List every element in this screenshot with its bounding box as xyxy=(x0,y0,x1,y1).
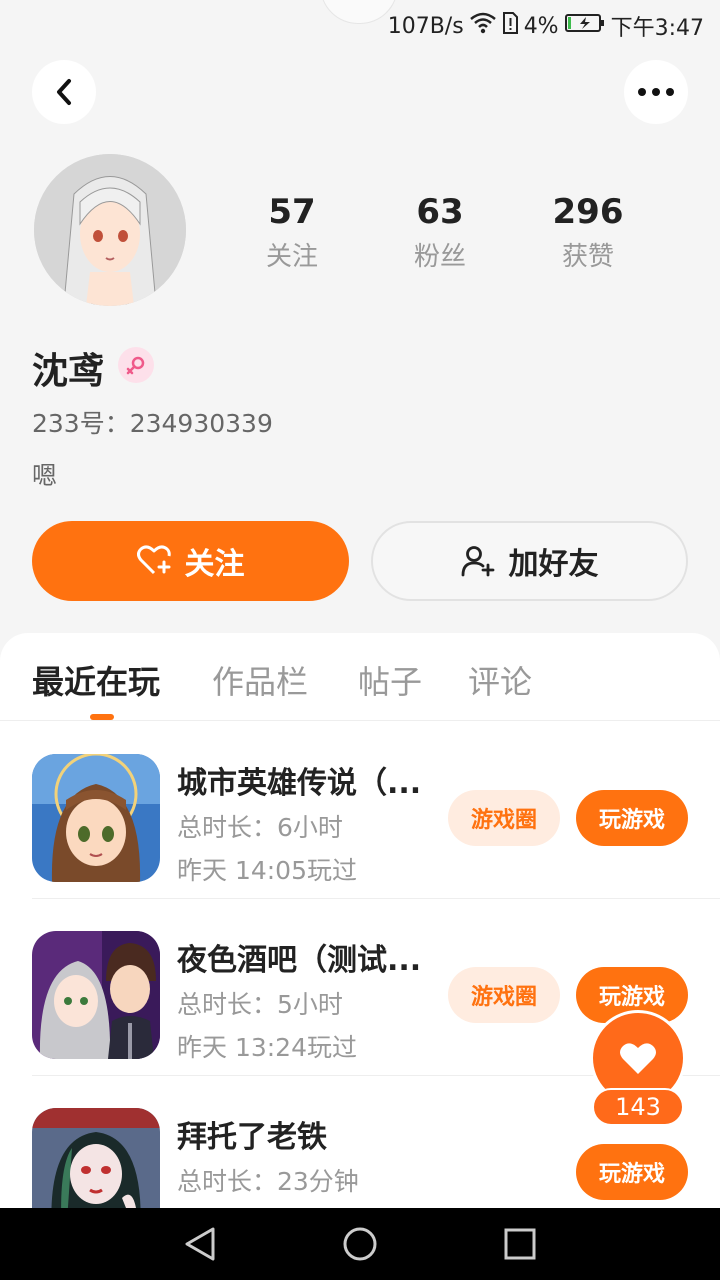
tab-bar: 最近在玩 作品栏 帖子 评论 xyxy=(0,633,720,721)
followers-count: 63 xyxy=(416,192,464,232)
network-speed: 107B/s xyxy=(387,13,464,39)
following-count: 57 xyxy=(268,192,316,232)
following-label: 关注 xyxy=(265,242,318,272)
like-count: 143 xyxy=(592,1088,684,1126)
chevron-left-icon xyxy=(57,79,71,105)
game-title: 拜托了老铁 xyxy=(177,1120,327,1155)
wifi-icon xyxy=(469,12,496,40)
tab-works[interactable]: 作品栏 xyxy=(212,657,308,703)
more-options-button[interactable] xyxy=(624,60,688,124)
user-id: 233号：234930339 xyxy=(32,409,273,438)
add-friend-label: 加好友 xyxy=(508,547,599,582)
followers-label: 粉丝 xyxy=(413,242,466,272)
back-button[interactable] xyxy=(32,60,96,124)
username: 沈鸢 xyxy=(32,351,105,392)
game-duration: 总时长：6小时 xyxy=(177,813,343,842)
likes-count: 296 xyxy=(552,192,624,232)
game-last-played: 昨天 14:05玩过 xyxy=(177,856,357,885)
system-nav-bar xyxy=(0,1208,720,1280)
heart-icon xyxy=(620,1043,656,1074)
follow-button[interactable]: 关注 xyxy=(32,521,349,601)
sim-alert-icon xyxy=(502,12,518,40)
heart-plus-icon xyxy=(136,545,171,575)
clock: 下午3:47 xyxy=(610,16,704,41)
game-last-played: 昨天 13:24玩过 xyxy=(177,1033,357,1062)
nav-back-button[interactable] xyxy=(182,1226,218,1262)
tab-comments[interactable]: 评论 xyxy=(468,657,532,703)
play-game-button[interactable]: 玩游戏 xyxy=(576,790,688,846)
user-bio: 嗯 xyxy=(32,461,58,490)
game-duration: 总时长：5小时 xyxy=(177,990,343,1019)
list-item[interactable]: 城市英雄传说（... 总时长：6小时 昨天 14:05玩过 游戏圈 玩游戏 xyxy=(0,722,720,899)
likes-stat[interactable]: 296 获赞 xyxy=(528,190,648,273)
status-indicators: 107B/s 4% 下午3:47 xyxy=(388,10,704,42)
tab-posts[interactable]: 帖子 xyxy=(358,657,422,703)
game-icon[interactable] xyxy=(32,754,160,882)
more-dots-icon xyxy=(638,88,674,96)
triangle-back-icon xyxy=(185,1227,215,1261)
follow-label: 关注 xyxy=(184,547,245,582)
game-circle-button[interactable]: 游戏圈 xyxy=(448,790,560,846)
square-recents-icon xyxy=(504,1228,536,1260)
following-stat[interactable]: 57 关注 xyxy=(232,190,352,273)
game-title: 城市英雄传说（... xyxy=(177,766,422,801)
likes-label: 获赞 xyxy=(561,242,614,272)
active-tab-indicator xyxy=(90,714,114,720)
add-user-icon xyxy=(461,546,494,577)
battery-percent: 4% xyxy=(523,13,559,39)
battery-charging-icon xyxy=(564,13,605,39)
tab-recently-played[interactable]: 最近在玩 xyxy=(32,657,160,703)
game-icon[interactable] xyxy=(32,1108,160,1208)
avatar[interactable] xyxy=(34,154,186,306)
nav-home-button[interactable] xyxy=(342,1226,378,1262)
add-friend-button[interactable]: 加好友 xyxy=(371,521,688,601)
game-title: 夜色酒吧（测试... xyxy=(177,943,422,978)
status-bar: 107B/s 4% 下午3:47 xyxy=(0,0,720,50)
circle-home-icon xyxy=(343,1227,377,1261)
nav-recents-button[interactable] xyxy=(502,1226,538,1262)
game-circle-button[interactable]: 游戏圈 xyxy=(448,967,560,1023)
female-gender-icon xyxy=(118,347,154,383)
play-game-button[interactable]: 玩游戏 xyxy=(576,1144,688,1200)
game-icon[interactable] xyxy=(32,931,160,1059)
camera-notch xyxy=(320,0,398,24)
game-duration: 总时长：23分钟 xyxy=(177,1167,359,1196)
followers-stat[interactable]: 63 粉丝 xyxy=(380,190,500,273)
